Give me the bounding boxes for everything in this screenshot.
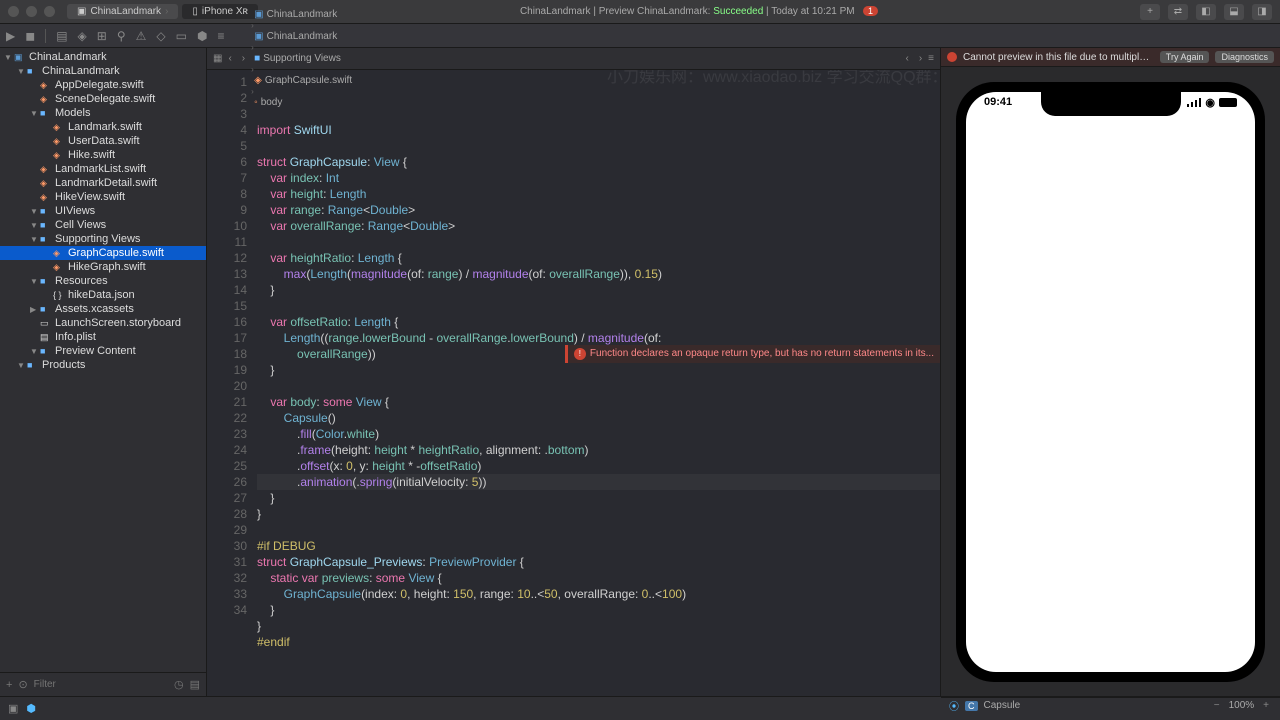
recent-icon[interactable]: ◷ <box>174 678 184 691</box>
diagnostics-button[interactable]: Diagnostics <box>1215 51 1274 63</box>
device-selector[interactable]: ▯ iPhone Xʀ <box>182 4 258 19</box>
navigator-filter-bar: + ⊙ ◷ ▤ <box>0 672 206 696</box>
tree-row[interactable]: ◈HikeView.swift <box>0 190 206 204</box>
tree-row[interactable]: ◈LandmarkDetail.swift <box>0 176 206 190</box>
zoom-out-button[interactable]: − <box>1211 700 1223 711</box>
file-tree[interactable]: ▼▣ChinaLandmark▼■ChinaLandmark◈AppDelega… <box>0 48 206 672</box>
window-titlebar: ▣ ChinaLandmark › ▯ iPhone Xʀ ChinaLandm… <box>0 0 1280 24</box>
tree-row[interactable]: ◈SceneDelegate.swift <box>0 92 206 106</box>
tree-row[interactable]: ▼■UIViews <box>0 204 206 218</box>
phone-frame: 09:41 ◉ <box>956 82 1265 682</box>
nav-symbol-icon[interactable]: ⊞ <box>97 29 107 43</box>
tree-row[interactable]: ◈AppDelegate.swift <box>0 78 206 92</box>
phone-screen: 09:41 ◉ <box>966 92 1255 672</box>
navigator-toolbar: ▶ ◼ ▤ ◈ ⊞ ⚲ ⚠ ◇ ▭ ⬢ ≡ <box>0 24 1280 48</box>
capsule-label: Capsule <box>984 700 1021 711</box>
tree-row[interactable]: ◈Landmark.swift <box>0 120 206 134</box>
related-items-icon[interactable]: ▦ <box>213 53 222 64</box>
tree-row[interactable]: ▼▣ChinaLandmark <box>0 50 206 64</box>
panel-bottom-button[interactable]: ⬓ <box>1224 4 1244 20</box>
filter-input[interactable] <box>34 679 168 690</box>
preview-error-text: Cannot preview in this file due to multi… <box>963 52 1154 63</box>
panel-left-button[interactable]: ◧ <box>1196 4 1216 20</box>
code-editor[interactable]: 小刀娱乐网：www.xiaodao.biz 学习交流QQ群：595526 123… <box>207 70 940 696</box>
library-button[interactable]: ⇄ <box>1168 4 1188 20</box>
back-button[interactable]: ‹ <box>224 53 235 64</box>
code-content[interactable]: ! Function declares an opaque return typ… <box>257 70 940 696</box>
tree-row[interactable]: ◈Hike.swift <box>0 148 206 162</box>
breakpoint-toggle-icon[interactable]: ⬢ <box>26 702 36 715</box>
breadcrumb-item[interactable]: ▣ ChinaLandmark <box>251 9 355 20</box>
tree-row[interactable]: ▭LaunchScreen.storyboard <box>0 316 206 330</box>
tree-row[interactable]: ▼■Models <box>0 106 206 120</box>
nav-source-icon[interactable]: ◈ <box>78 29 87 43</box>
tree-row[interactable]: { }hikeData.json <box>0 288 206 302</box>
scheme-selector[interactable]: ▣ ChinaLandmark › <box>67 4 178 19</box>
error-count-badge[interactable]: 1 <box>863 6 878 16</box>
zoom-level: 100% <box>1229 700 1255 711</box>
scm-icon[interactable]: ▤ <box>190 678 200 691</box>
tree-row[interactable]: ▼■Supporting Views <box>0 232 206 246</box>
chevron-right-icon: › <box>165 6 168 17</box>
scheme-name: ChinaLandmark <box>90 6 161 17</box>
breadcrumb-item[interactable]: ■ Supporting Views <box>251 53 355 64</box>
preview-canvas: Cannot preview in this file due to multi… <box>940 48 1280 696</box>
nav-test-icon[interactable]: ◇ <box>156 29 165 43</box>
error-icon: ! <box>574 348 586 360</box>
pin-icon[interactable]: ⦿ <box>949 698 959 713</box>
inline-error-banner[interactable]: ! Function declares an opaque return typ… <box>565 345 940 363</box>
tree-row[interactable]: ▶■Assets.xcassets <box>0 302 206 316</box>
traffic-lights[interactable] <box>8 6 55 17</box>
next-file-button[interactable]: › <box>915 53 926 64</box>
prev-file-button[interactable]: ‹ <box>901 53 912 64</box>
nav-debug-icon[interactable]: ▭ <box>176 29 187 43</box>
nav-issue-icon[interactable]: ⚠ <box>136 29 147 43</box>
tree-row[interactable]: ▼■Preview Content <box>0 344 206 358</box>
line-gutter: 1234567891011121314151617181920212223242… <box>207 70 257 696</box>
phone-status-bar: 09:41 ◉ <box>966 96 1255 109</box>
stop-button[interactable]: ◼ <box>25 29 35 43</box>
project-navigator: ▼▣ChinaLandmark▼■ChinaLandmark◈AppDelega… <box>0 48 207 696</box>
tree-row[interactable]: ◈GraphCapsule.swift <box>0 246 206 260</box>
tree-row[interactable]: ▼■Cell Views <box>0 218 206 232</box>
add-button[interactable]: + <box>1140 4 1160 20</box>
nav-report-icon[interactable]: ≡ <box>217 29 224 43</box>
tree-row[interactable]: ◈HikeGraph.swift <box>0 260 206 274</box>
battery-icon <box>1219 98 1237 107</box>
run-button[interactable]: ▶ <box>6 29 15 43</box>
filter-icon: ⊙ <box>18 678 27 691</box>
breadcrumb-item[interactable]: ▣ ChinaLandmark <box>251 31 355 42</box>
add-icon[interactable]: + <box>6 679 12 691</box>
tree-row[interactable]: ◈LandmarkList.swift <box>0 162 206 176</box>
hide-debug-icon[interactable]: ▣ <box>8 702 18 715</box>
nav-project-icon[interactable]: ▤ <box>56 29 67 43</box>
jump-bar[interactable]: ▦ ‹ › ▣ ChinaLandmark›▣ ChinaLandmark›■ … <box>207 48 940 70</box>
nav-breakpoint-icon[interactable]: ⬢ <box>197 29 207 43</box>
phone-icon: ▯ <box>192 6 198 17</box>
app-icon: ▣ <box>77 6 86 17</box>
zoom-in-button[interactable]: + <box>1260 700 1272 711</box>
editor-options-icon[interactable]: ≡ <box>928 53 934 64</box>
panel-right-button[interactable]: ◨ <box>1252 4 1272 20</box>
nav-find-icon[interactable]: ⚲ <box>117 29 126 43</box>
tree-row[interactable]: ◈UserData.swift <box>0 134 206 148</box>
tree-row[interactable]: ▼■Resources <box>0 274 206 288</box>
editor-area: ▦ ‹ › ▣ ChinaLandmark›▣ ChinaLandmark›■ … <box>207 48 940 696</box>
preview-bottom-bar: ⦿ C Capsule − 100% + <box>941 697 1280 713</box>
capsule-badge-icon: C <box>965 701 978 711</box>
tree-row[interactable]: ▤Info.plist <box>0 330 206 344</box>
try-again-button[interactable]: Try Again <box>1160 51 1210 63</box>
preview-error-bar: Cannot preview in this file due to multi… <box>941 48 1280 67</box>
signal-icon <box>1187 98 1201 107</box>
device-name: iPhone Xʀ <box>202 6 248 17</box>
wifi-icon: ◉ <box>1205 96 1215 109</box>
preview-viewport[interactable]: 09:41 ◉ <box>941 67 1280 697</box>
tree-row[interactable]: ▼■Products <box>0 358 206 372</box>
forward-button[interactable]: › <box>238 53 249 64</box>
error-dot-icon <box>947 52 957 62</box>
inline-error-text: Function declares an opaque return type,… <box>590 346 934 362</box>
phone-time: 09:41 <box>984 96 1012 109</box>
tree-row[interactable]: ▼■ChinaLandmark <box>0 64 206 78</box>
activity-viewer: ChinaLandmark | Preview ChinaLandmark: S… <box>258 6 1140 17</box>
